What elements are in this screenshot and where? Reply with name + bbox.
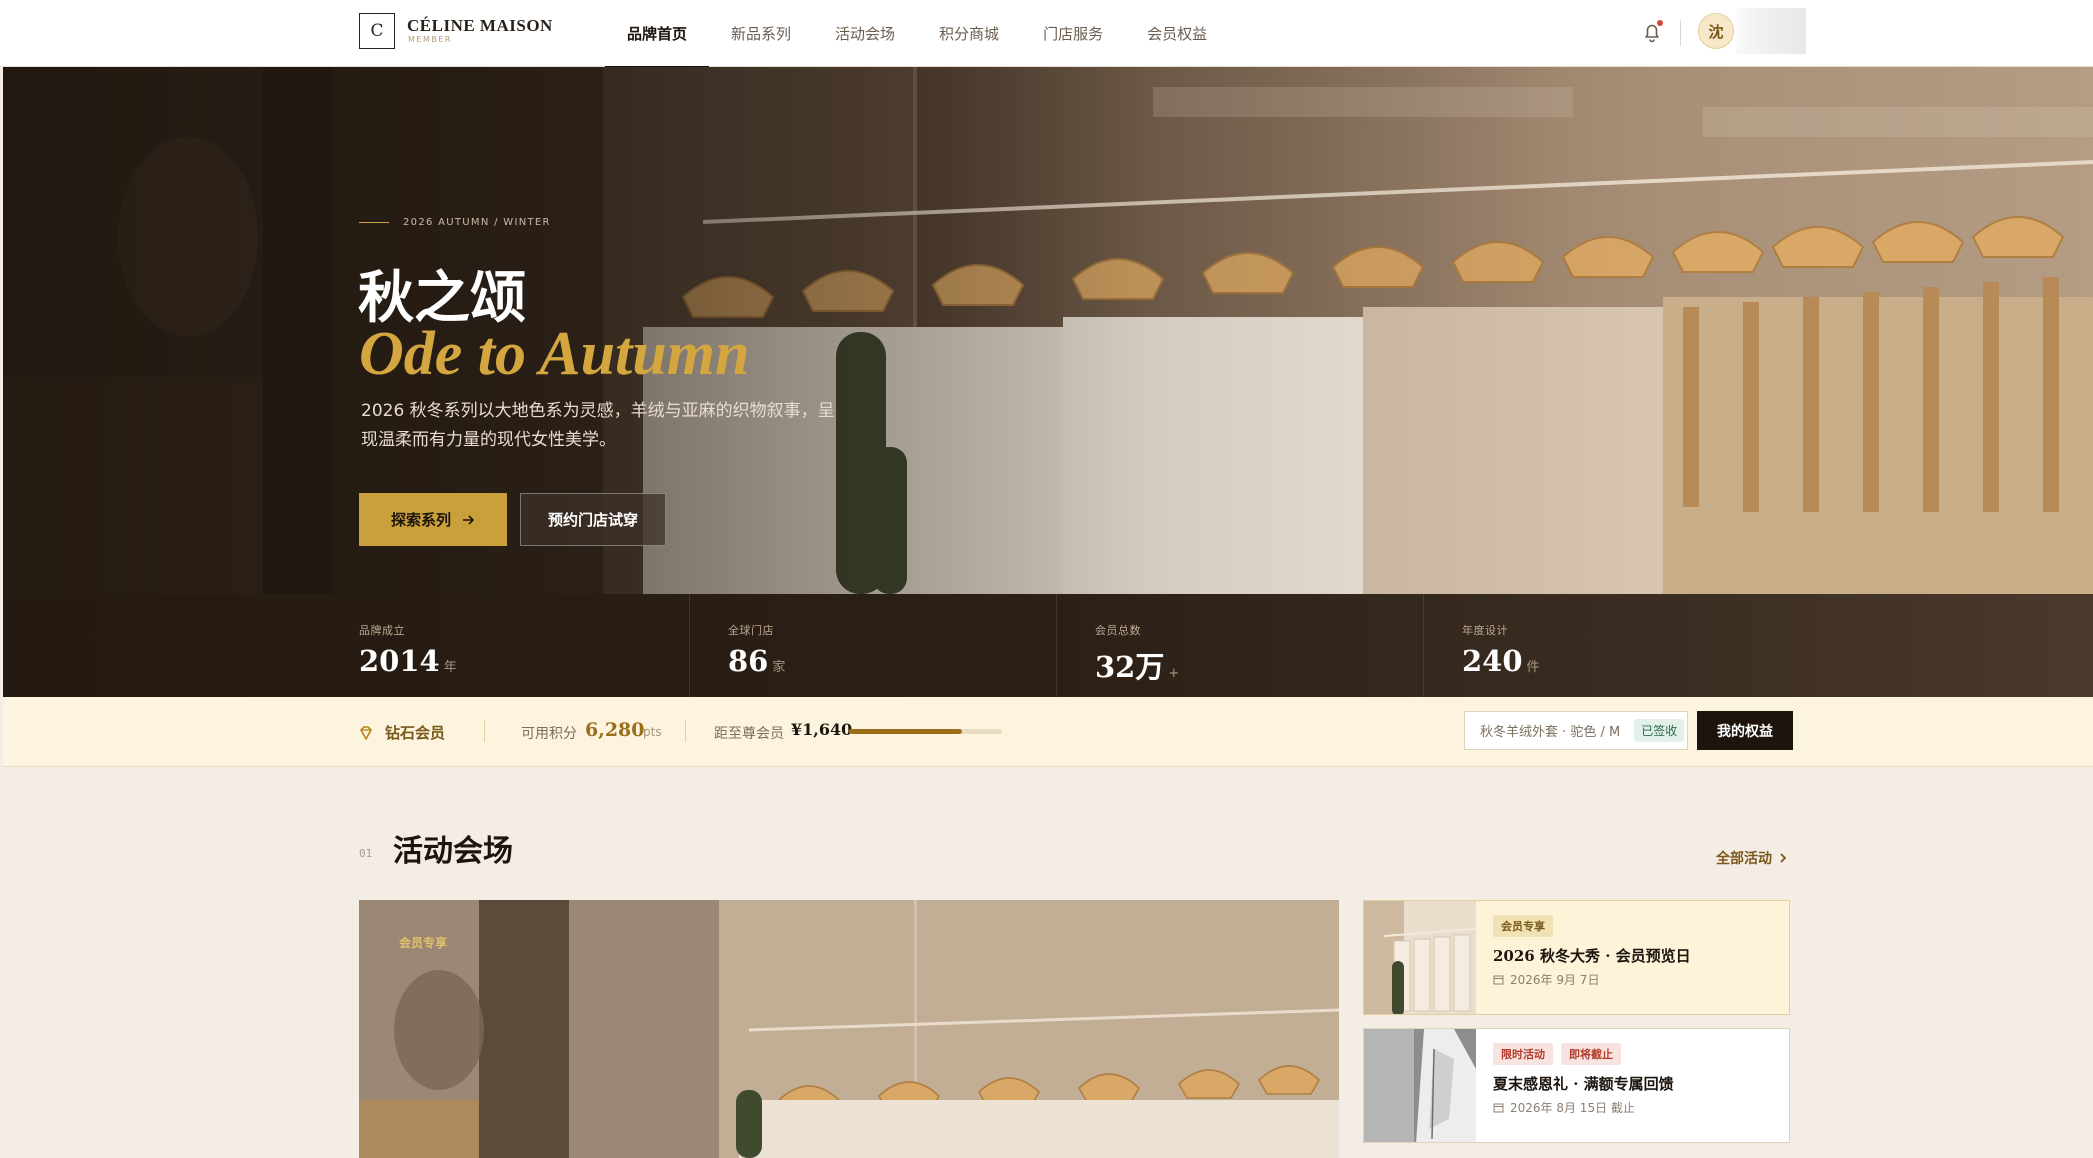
featured-event-tag: 会员专享	[399, 936, 448, 950]
stat-value: 86 家	[728, 644, 786, 678]
divider	[484, 720, 485, 742]
chevron-right-icon	[1780, 853, 1787, 863]
event-card[interactable]: 限时活动 即将截止 夏末感恩礼 · 满额专属回馈 2026年 8月 15日 截止	[1363, 1028, 1790, 1143]
nav-item-new-collection[interactable]: 新品系列	[709, 0, 813, 67]
nav-item-store-services[interactable]: 门店服务	[1021, 0, 1125, 67]
hero-banner: 2026 AUTUMN / WINTER 秋之颂 Ode to Autumn 2…	[3, 67, 2093, 594]
featured-event-image	[359, 900, 1339, 1158]
event-date: 2026年 8月 15日 截止	[1493, 1099, 1635, 1116]
event-title: 夏末感恩礼 · 满额专属回馈	[1493, 1075, 1674, 1093]
event-tag: 即将截止	[1561, 1043, 1621, 1065]
order-status-badge: 已签收	[1634, 719, 1685, 742]
tier-progress-bar	[849, 729, 1002, 734]
brand-subtitle: MEMBER	[408, 35, 452, 44]
event-tag: 限时活动	[1493, 1043, 1553, 1065]
points-value: 6,280	[585, 719, 645, 741]
hero-overlay	[3, 67, 2093, 594]
nav-item-home[interactable]: 品牌首页	[605, 0, 710, 68]
stat-value: 2014 年	[359, 644, 457, 678]
event-tags: 会员专享	[1493, 915, 1553, 937]
event-tag: 会员专享	[1493, 915, 1553, 937]
user-avatar[interactable]: 沈	[1698, 13, 1734, 49]
stat-label: 年度设计	[1462, 624, 1508, 637]
calendar-icon	[1493, 1103, 1504, 1113]
explore-collection-label: 探索系列	[390, 511, 451, 529]
my-benefits-button[interactable]: 我的权益	[1697, 711, 1793, 750]
event-thumbnail	[1364, 901, 1476, 1014]
stat-designs: 年度设计 240 件	[1423, 594, 1790, 697]
nav-item-events[interactable]: 活动会场	[813, 0, 917, 67]
tier-progress-fill	[849, 729, 963, 734]
nav-item-points-mall[interactable]: 积分商城	[917, 0, 1021, 67]
stat-label: 会员总数	[1095, 624, 1141, 637]
points-unit: pts	[643, 725, 662, 739]
event-date-text: 2026年 8月 15日 截止	[1510, 1101, 1635, 1115]
stat-label: 品牌成立	[359, 624, 405, 637]
header-divider	[1680, 20, 1681, 46]
explore-collection-button[interactable]: 探索系列	[359, 493, 507, 546]
hero-title-english: Ode to Autumn	[359, 320, 750, 388]
brand-name[interactable]: CÉLINE MAISON	[407, 16, 553, 36]
event-thumbnail	[1364, 1029, 1476, 1142]
stat-value: 240 件	[1462, 644, 1540, 678]
next-tier-label: 距至尊会员	[714, 726, 784, 742]
book-fitting-button[interactable]: 预约门店试穿	[520, 493, 666, 546]
stat-founded: 品牌成立 2014 年	[359, 594, 726, 697]
points-label: 可用积分	[521, 726, 577, 742]
hero-eyebrow-text: 2026 AUTUMN / WINTER	[403, 217, 551, 228]
arrow-right-icon	[463, 514, 475, 525]
all-events-label: 全部活动	[1716, 851, 1772, 867]
member-status-bar: 钻石会员 可用积分 6,280 pts 距至尊会员 ¥1,640 秋冬羊绒外套 …	[3, 697, 2093, 767]
stat-label: 全球门店	[728, 624, 774, 637]
section-title: 活动会场	[393, 834, 513, 869]
notification-dot	[1657, 20, 1663, 26]
order-item-text: 秋冬羊绒外套 · 驼色 / M	[1480, 725, 1621, 740]
brand-logo-mark[interactable]: C	[359, 13, 395, 49]
member-tier: 钻石会员	[359, 722, 445, 743]
event-date-text: 2026年 9月 7日	[1510, 973, 1600, 987]
stat-stores: 全球门店 86 家	[689, 594, 1056, 697]
recent-order-status[interactable]: 秋冬羊绒外套 · 驼色 / M 已签收	[1464, 711, 1688, 750]
nav-item-member-benefits[interactable]: 会员权益	[1125, 0, 1229, 67]
stat-members: 会员总数 32万 +	[1056, 594, 1423, 697]
member-tier-label: 钻石会员	[385, 724, 446, 742]
section-number: 01	[359, 847, 373, 860]
next-tier-amount: ¥1,640	[791, 720, 853, 739]
event-card[interactable]: 会员专享 2026 秋冬大秀 · 会员预览日 2026年 9月 7日	[1363, 900, 1790, 1015]
featured-event-banner[interactable]: 会员专享	[359, 900, 1339, 1158]
diamond-icon	[360, 725, 372, 740]
stat-value: 32万 +	[1095, 650, 1180, 684]
divider	[685, 720, 686, 742]
event-date: 2026年 9月 7日	[1493, 971, 1599, 988]
event-tags: 限时活动 即将截止	[1493, 1043, 1621, 1065]
event-title: 2026 秋冬大秀 · 会员预览日	[1493, 947, 1691, 965]
user-name-redacted	[1736, 8, 1806, 54]
hero-eyebrow: 2026 AUTUMN / WINTER	[359, 217, 551, 228]
calendar-icon	[1493, 975, 1504, 985]
hero-description: 2026 秋冬系列以大地色系为灵感，羊绒与亚麻的织物叙事，呈现温柔而有力量的现代…	[361, 401, 835, 450]
eyebrow-line	[359, 222, 389, 223]
main-nav: 品牌首页 新品系列 活动会场 积分商城 门店服务 会员权益	[605, 0, 1229, 68]
top-header: C CÉLINE MAISON MEMBER 品牌首页 新品系列 活动会场 积分…	[0, 0, 2093, 68]
brand-stats-bar: 品牌成立 2014 年 全球门店 86 家 会员总数 32万 + 年度设计 240 件	[3, 594, 2093, 697]
all-events-link[interactable]: 全部活动	[1716, 848, 1788, 868]
